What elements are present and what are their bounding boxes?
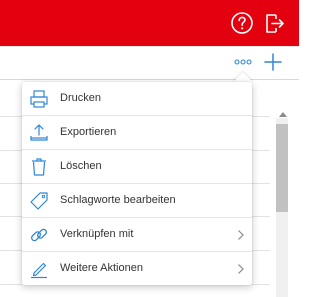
- menu-item-export[interactable]: Exportieren: [22, 116, 252, 150]
- export-icon: [30, 124, 48, 141]
- scroll-up-arrow-icon[interactable]: [279, 112, 287, 117]
- more-dots-icon: [234, 59, 252, 65]
- more-actions-button[interactable]: [233, 55, 253, 69]
- scrollbar-thumb[interactable]: [276, 124, 288, 212]
- menu-item-label: Drucken: [60, 92, 101, 104]
- chevron-right-icon: [238, 230, 244, 240]
- menu-item-label: Weitere Aktionen: [60, 262, 143, 274]
- menu-item-label: Exportieren: [60, 126, 117, 138]
- menu-item-label: Verknüpfen mit: [60, 228, 134, 240]
- menu-item-more-actions[interactable]: Weitere Aktionen: [22, 252, 252, 286]
- trash-icon: [32, 158, 46, 176]
- tag-icon: [30, 192, 48, 210]
- menu-item-link-with[interactable]: Verknüpfen mit: [22, 218, 252, 252]
- menu-item-delete[interactable]: Löschen: [22, 150, 252, 184]
- add-button[interactable]: [264, 53, 282, 71]
- pen-icon: [31, 262, 47, 279]
- chevron-right-icon: [238, 264, 244, 274]
- menu-item-print[interactable]: Drucken: [22, 82, 252, 116]
- plus-icon: [264, 53, 282, 71]
- toolbar: [0, 47, 299, 79]
- logout-button[interactable]: [262, 11, 286, 35]
- help-button[interactable]: [230, 11, 254, 35]
- menu-item-edit-tags[interactable]: Schlagworte bearbeiten: [22, 184, 252, 218]
- printer-icon: [30, 90, 48, 108]
- help-circle-icon: [231, 12, 253, 34]
- menu-item-label: Löschen: [60, 160, 102, 172]
- logout-icon: [266, 14, 284, 33]
- menu-item-label: Schlagworte bearbeiten: [60, 194, 176, 206]
- link-icon: [31, 228, 47, 242]
- actions-menu: Drucken Exportieren Löschen Schlagworte …: [22, 82, 252, 285]
- top-bar: [0, 0, 299, 46]
